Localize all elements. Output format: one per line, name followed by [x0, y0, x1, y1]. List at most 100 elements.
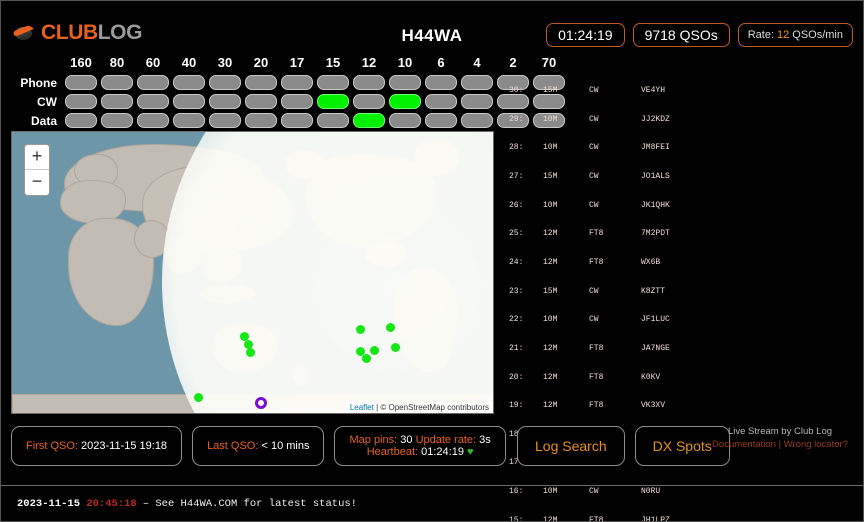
band-cell-cw-15[interactable] — [317, 94, 349, 109]
band-cell-phone-6[interactable] — [425, 75, 457, 90]
qso-pin[interactable] — [370, 346, 379, 355]
band-cell-data-60[interactable] — [137, 113, 169, 128]
band-cell-data-20[interactable] — [245, 113, 277, 128]
band-column-label: 6 — [437, 55, 445, 70]
home-station-marker[interactable] — [255, 397, 267, 409]
zoom-in-button[interactable]: + — [25, 145, 49, 170]
band-cell-data-10[interactable] — [389, 113, 421, 128]
log-entry: 21: 12M FT8 JA7NGE — [509, 343, 670, 353]
last-qso-box: Last QSO: < 10 mins — [192, 426, 325, 466]
band-cell-data-80[interactable] — [101, 113, 133, 128]
heartbeat-label: Heartbeat: — [366, 446, 419, 458]
band-cell-cw-60[interactable] — [137, 94, 169, 109]
qso-pin[interactable] — [246, 348, 255, 357]
band-cell-cw-4[interactable] — [461, 94, 493, 109]
osm-attribution-text: | © OpenStreetMap contributors — [373, 403, 489, 412]
band-cell-cw-17[interactable] — [281, 94, 313, 109]
status-bar: First QSO: 2023-11-15 19:18 Last QSO: < … — [11, 426, 506, 466]
band-cell-data-160[interactable] — [65, 113, 97, 128]
log-entry: 25: 12M FT8 7M2PDT — [509, 229, 670, 239]
log-entry: 27: 15M CW JO1ALS — [509, 172, 670, 182]
documentation-link[interactable]: Documentation — [712, 439, 776, 450]
log-entry: 20: 12M FT8 K0KV — [509, 372, 661, 382]
band-cell-phone-4[interactable] — [461, 75, 493, 90]
band-column-label: 17 — [289, 55, 305, 70]
header-stats: 01:24:19 9718 QSOs Rate: 12 QSOs/min — [546, 23, 853, 47]
band-cell-data-15[interactable] — [317, 113, 349, 128]
band-column-label: 12 — [361, 55, 377, 70]
band-column-label: 15 — [325, 55, 341, 70]
last-qso-label: Last QSO: — [207, 440, 259, 452]
band-cell-phone-160[interactable] — [65, 75, 97, 90]
qso-map[interactable]: + − Leaflet | © OpenStreetMap contributo… — [11, 131, 494, 414]
band-column-label: 80 — [109, 55, 125, 70]
clublog-livestream-page: CLUB LOG H44WA 01:24:19 9718 QSOs Rate: 12… — [0, 0, 864, 522]
band-row-label-data: Data — [30, 113, 57, 128]
band-cell-cw-80[interactable] — [101, 94, 133, 109]
band-cell-cw-30[interactable] — [209, 94, 241, 109]
log-entry: 26: 10M CW JK1QHK — [509, 200, 670, 210]
heart-icon: ♥ — [467, 446, 474, 458]
band-cell-cw-12[interactable] — [353, 94, 385, 109]
band-cell-phone-12[interactable] — [353, 75, 385, 90]
credits-block: Live Stream by Club Log Documentation | … — [705, 425, 855, 451]
band-cell-phone-10[interactable] — [389, 75, 421, 90]
footer-date: 2023-11-15 — [17, 497, 81, 510]
band-column-label: 160 — [70, 55, 92, 70]
footer-time: 20:45:18 — [86, 497, 137, 510]
band-column-label: 60 — [145, 55, 161, 70]
log-entry: 30: 15M CW VE4YH — [509, 86, 666, 96]
band-cell-phone-20[interactable] — [245, 75, 277, 90]
band-cell-data-30[interactable] — [209, 113, 241, 128]
map-canvas — [12, 132, 493, 413]
qso-pin[interactable] — [356, 325, 365, 334]
band-cell-cw-10[interactable] — [389, 94, 421, 109]
qso-pin[interactable] — [362, 354, 371, 363]
credits-line: Live Stream by Club Log — [727, 426, 833, 437]
log-search-button[interactable]: Log Search — [517, 426, 625, 466]
qso-pin[interactable] — [391, 343, 400, 352]
band-cell-data-6[interactable] — [425, 113, 457, 128]
first-qso-box: First QSO: 2023-11-15 19:18 — [11, 426, 183, 466]
map-pins-label: Map pins: — [349, 434, 398, 446]
action-buttons: Log Search DX Spots — [517, 426, 730, 466]
qso-count-badge: 9718 QSOs — [632, 23, 730, 47]
band-column-label: 30 — [217, 55, 233, 70]
band-cell-phone-15[interactable] — [317, 75, 349, 90]
band-cell-phone-40[interactable] — [173, 75, 205, 90]
band-column-label: 40 — [181, 55, 197, 70]
first-qso-value: 2023-11-15 19:18 — [81, 440, 168, 452]
band-cell-phone-30[interactable] — [209, 75, 241, 90]
rate-badge: Rate: 12 QSOs/min — [737, 23, 853, 47]
log-entry: 22: 10M CW JF1LUC — [509, 315, 670, 325]
first-qso-label: First QSO: — [26, 440, 78, 452]
band-cell-data-40[interactable] — [173, 113, 205, 128]
qso-pin[interactable] — [386, 323, 395, 332]
map-zoom-controls[interactable]: + − — [24, 144, 50, 196]
qso-pin[interactable] — [194, 393, 203, 402]
map-pins-value: 30 — [400, 434, 413, 446]
band-cell-phone-17[interactable] — [281, 75, 313, 90]
update-rate-value: 3s — [479, 434, 491, 446]
wrong-locator-link[interactable]: Wrong locator? — [784, 439, 848, 450]
band-cell-cw-20[interactable] — [245, 94, 277, 109]
band-cell-data-17[interactable] — [281, 113, 313, 128]
log-entry: 19: 12M FT8 VK3XV — [509, 401, 666, 411]
log-entry: 23: 15M CW K8ZTT — [509, 286, 666, 296]
zoom-out-button[interactable]: − — [25, 170, 49, 195]
band-cell-cw-6[interactable] — [425, 94, 457, 109]
band-cell-cw-160[interactable] — [65, 94, 97, 109]
update-rate-label: Update rate: — [415, 434, 477, 446]
elapsed-clock: 01:24:19 — [546, 23, 625, 47]
rate-value: 12 — [777, 29, 790, 41]
rate-label: Rate: — [747, 29, 775, 41]
band-column-label: 10 — [397, 55, 413, 70]
band-row-label-cw: CW — [37, 94, 57, 109]
band-cell-phone-60[interactable] — [137, 75, 169, 90]
band-cell-data-4[interactable] — [461, 113, 493, 128]
page-header: CLUB LOG H44WA 01:24:19 9718 QSOs Rate: 12… — [1, 1, 863, 51]
band-cell-phone-80[interactable] — [101, 75, 133, 90]
leaflet-link[interactable]: Leaflet — [350, 403, 374, 412]
band-cell-data-12[interactable] — [353, 113, 385, 128]
band-cell-cw-40[interactable] — [173, 94, 205, 109]
